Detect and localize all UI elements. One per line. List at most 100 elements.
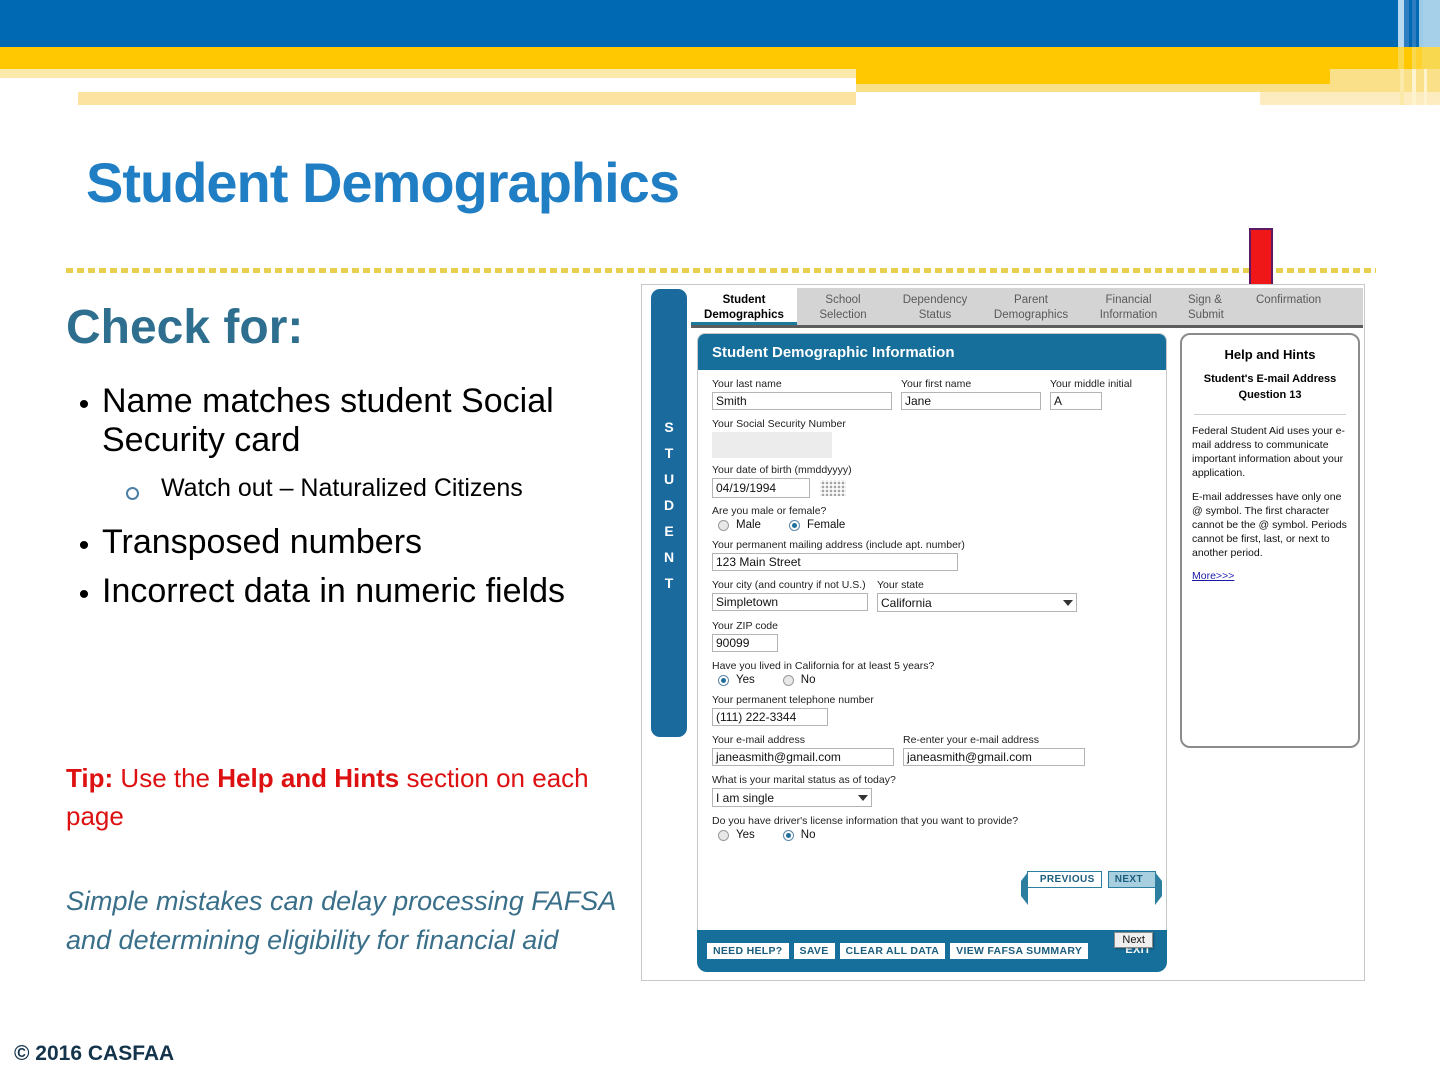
banner-yellow-band xyxy=(0,47,1398,69)
tab-label-line1: School xyxy=(825,294,861,306)
bullet-list: • Name matches student Social Security c… xyxy=(66,382,646,622)
tab-confirmation[interactable]: Confirmation xyxy=(1252,288,1362,325)
email-row: Your e-mail address janeasmith@gmail.com… xyxy=(712,734,1156,766)
address-label: Your permanent mailing address (include … xyxy=(712,539,965,551)
tab-student-demographics[interactable]: Student Demographics xyxy=(691,288,797,325)
need-help-button[interactable]: NEED HELP? xyxy=(707,943,789,959)
tip-prefix: Tip: xyxy=(66,763,114,793)
tab-parent-demographics[interactable]: Parent Demographics xyxy=(981,288,1081,325)
tip-text: Tip: Use the Help and Hints section on e… xyxy=(66,760,646,835)
ssn-input-redacted[interactable] xyxy=(712,432,832,458)
tab-label-line2: Submit xyxy=(1188,308,1224,321)
bullet-dot-icon: • xyxy=(78,578,90,612)
middle-initial-input[interactable]: A xyxy=(1050,392,1102,410)
residency-no-radio[interactable] xyxy=(782,674,794,686)
address-group: Your permanent mailing address (include … xyxy=(712,539,1156,571)
next-tooltip: Next xyxy=(1114,932,1153,948)
drivers-license-yes-radio[interactable] xyxy=(718,829,729,841)
banner-yellow-right-3 xyxy=(1416,47,1422,69)
tab-sign-submit[interactable]: Sign & Submit xyxy=(1176,288,1252,325)
middle-initial-label: Your middle initial xyxy=(1050,378,1132,390)
tab-school-selection[interactable]: School Selection xyxy=(797,288,889,325)
bullet-text: Name matches student Social Security car… xyxy=(102,382,554,460)
drivers-license-group: Do you have driver's license information… xyxy=(712,815,1156,841)
tab-label-line2: Demographics xyxy=(704,308,784,321)
city-input[interactable]: Simpletown xyxy=(712,593,868,611)
rail-letter: D xyxy=(663,497,675,513)
previous-button[interactable]: PREVIOUS xyxy=(1020,871,1102,905)
first-name-group: Your first name Jane xyxy=(901,378,1041,410)
ssn-label: Your Social Security Number xyxy=(712,418,846,430)
gender-male-label: Male xyxy=(736,519,761,531)
help-question: Question 13 xyxy=(1238,388,1302,401)
phone-label: Your permanent telephone number xyxy=(712,694,874,706)
banner-yellow-vstripe-2 xyxy=(1412,69,1416,105)
student-rail: S T U D E N T xyxy=(651,289,687,737)
fafsa-screenshot: Student Demographics School Selection De… xyxy=(641,284,1365,981)
residency-yes-radio[interactable] xyxy=(718,674,729,686)
banner-blue-stripe-7 xyxy=(1423,0,1440,47)
chevron-down-icon xyxy=(858,794,868,801)
tab-dependency-status[interactable]: Dependency Status xyxy=(889,288,981,325)
tab-label-line2: Selection xyxy=(819,308,867,321)
note-text: Simple mistakes can delay processing FAF… xyxy=(66,886,616,956)
list-item: • Name matches student Social Security c… xyxy=(66,382,646,461)
banner-yellow-vstripe-1 xyxy=(1400,69,1404,105)
marital-value: I am single xyxy=(716,790,775,805)
copyright-text: © 2016 CASFAA xyxy=(14,1042,175,1065)
state-select[interactable]: California xyxy=(877,593,1077,612)
save-button[interactable]: SAVE xyxy=(793,943,835,959)
address-input[interactable]: 123 Main Street xyxy=(712,553,958,571)
drivers-license-no-radio[interactable] xyxy=(782,829,794,841)
gender-male-radio[interactable] xyxy=(718,519,729,531)
gender-label: Are you male or female? xyxy=(712,505,827,517)
gold-dashed-divider xyxy=(66,268,1376,273)
zip-label: Your ZIP code xyxy=(712,620,778,632)
drivers-license-radio-row: Yes No xyxy=(718,829,1156,841)
banner-yellow-vstripe-3 xyxy=(1424,69,1427,105)
email-confirm-group: Re-enter your e-mail address janeasmith@… xyxy=(903,734,1085,766)
tab-label-line1: Sign & xyxy=(1188,294,1222,306)
gender-female-radio[interactable] xyxy=(788,519,800,531)
last-name-group: Your last name Smith xyxy=(712,378,892,410)
gender-radio-row: Male Female xyxy=(718,519,1156,531)
dob-input[interactable]: 04/19/1994 xyxy=(712,478,810,498)
marital-group: What is your marital status as of today?… xyxy=(712,774,1156,807)
zip-group: Your ZIP code 90099 xyxy=(712,620,1156,652)
last-name-input[interactable]: Smith xyxy=(712,392,892,410)
next-button[interactable]: NEXT xyxy=(1107,871,1163,905)
first-name-input[interactable]: Jane xyxy=(901,392,1041,410)
city-group: Your city (and country if not U.S.) Simp… xyxy=(712,579,868,612)
view-fafsa-summary-button[interactable]: VIEW FAFSA SUMMARY xyxy=(950,943,1089,959)
email-label: Your e-mail address xyxy=(712,734,805,746)
banner-white-cut-2 xyxy=(856,92,1260,106)
list-item: • Incorrect data in numeric fields xyxy=(66,572,646,611)
drivers-license-yes-label: Yes xyxy=(736,829,755,841)
phone-input[interactable]: (111) 222-3344 xyxy=(712,708,828,726)
email-confirm-input[interactable]: janeasmith@gmail.com xyxy=(903,748,1085,766)
state-label: Your state xyxy=(877,579,924,591)
help-subtitle: Student's E-mail Address xyxy=(1203,373,1337,385)
keyboard-icon[interactable] xyxy=(820,480,846,496)
residency-group: Have you lived in California for at leas… xyxy=(712,660,1156,686)
banner-pale-left xyxy=(0,69,856,78)
help-divider xyxy=(1194,413,1346,415)
demographic-form: Your last name Smith Your first name Jan… xyxy=(712,378,1156,849)
clear-all-data-button[interactable]: CLEAR ALL DATA xyxy=(839,943,946,959)
email-input[interactable]: janeasmith@gmail.com xyxy=(712,748,894,766)
tab-label-line2: Demographics xyxy=(993,308,1069,321)
email-confirm-label: Re-enter your e-mail address xyxy=(903,734,1039,746)
bullet-dot-icon: • xyxy=(78,528,90,562)
tip-mid: Use the xyxy=(113,763,218,793)
tab-financial-information[interactable]: Financial Information xyxy=(1081,288,1176,325)
marital-select[interactable]: I am single xyxy=(712,788,872,807)
help-paragraph: Federal Student Aid uses your e-mail add… xyxy=(1192,424,1345,479)
help-more-link[interactable]: More>>> xyxy=(1192,570,1348,582)
tab-label-line2: Information xyxy=(1099,308,1158,321)
bullet-text: Incorrect data in numeric fields xyxy=(102,572,565,611)
marital-label: What is your marital status as of today? xyxy=(712,774,896,786)
help-title: Help and Hints xyxy=(1224,347,1316,362)
zip-input[interactable]: 90099 xyxy=(712,634,778,652)
last-name-label: Your last name xyxy=(712,378,782,390)
sub-bullet-text: Watch out – Naturalized Citizens xyxy=(161,473,523,502)
